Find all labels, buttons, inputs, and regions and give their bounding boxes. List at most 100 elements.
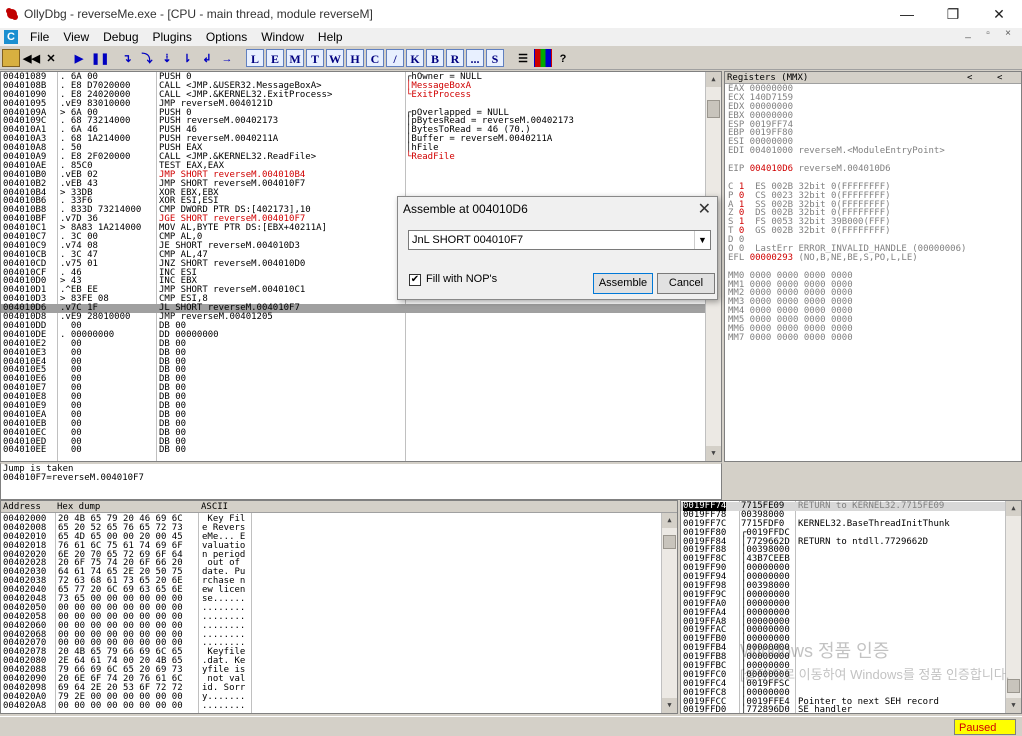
menu-window[interactable]: Window [255, 30, 312, 44]
toolbar-source-button[interactable]: S [486, 48, 504, 67]
toolbar-log-button[interactable]: L [246, 48, 264, 67]
assemble-instruction-value[interactable]: JnL SHORT 004010F7 [412, 234, 523, 246]
menu-options[interactable]: Options [200, 30, 255, 44]
disassembly-row[interactable]: 004010A3. 68 1A214000 PUSH reverseM.00402… [1, 135, 707, 144]
stack-row[interactable]: 0019FF94 │00000000 [681, 573, 1005, 582]
go-to-icon[interactable]: → [218, 49, 236, 67]
register-line[interactable]: EFL 00000293 (NO,B,NE,BE,S,PO,L,LE) [728, 253, 1021, 263]
disassembly-row[interactable]: 004010B2 .vEB 43 JMP SHORT reverseM.004010… [1, 179, 707, 189]
dump-col-ascii[interactable]: ASCII [201, 501, 228, 513]
toolbar-patches-button[interactable]: / [386, 48, 404, 67]
minimize-button[interactable]: — [884, 0, 930, 28]
menu-file[interactable]: File [24, 30, 57, 44]
stack-pane[interactable]: 0019FF74 7715FE09 RETURN to KERNEL32.7715F… [680, 500, 1022, 714]
menu-help[interactable]: Help [312, 30, 351, 44]
mdi-close-button[interactable]: × [998, 28, 1018, 46]
toolbar-windows-button[interactable]: W [326, 48, 344, 67]
register-line[interactable]: EDI 00401000 reverseM.<ModuleEntryPoint> [728, 147, 1021, 156]
toolbar-references-button[interactable]: R [446, 48, 464, 67]
stack-row[interactable]: 0019FF74 7715FE09 RETURN to KERNEL32.7715F… [681, 502, 1005, 511]
disassembly-row[interactable]: 004010AE. 85C0 TEST EAX,EAX [1, 161, 707, 171]
disassembly-row[interactable]: 004010ED 00 DB 00 [1, 437, 707, 447]
scroll-thumb[interactable] [707, 100, 720, 118]
stack-row[interactable]: 0019FFAC │00000000 [681, 626, 1005, 635]
dump-row[interactable]: 004020A8 00 00 00 00 00 00 00 00........ [1, 701, 661, 711]
stack-row[interactable]: 0019FFA4 │00000000 [681, 608, 1005, 618]
stack-row[interactable]: 0019FFC4 │0019FFSC [681, 679, 1005, 689]
stack-row[interactable]: 0019FF84 │7729662D RETURN to ntdll.7729662… [681, 537, 1005, 547]
disassembly-row[interactable]: 004010E9 00 DB 00 [1, 402, 707, 411]
close-button[interactable]: ✕ [976, 0, 1022, 28]
step-into-icon[interactable]: ↴ [118, 49, 136, 67]
trace-into-icon[interactable]: ⇣ [158, 49, 176, 67]
help-icon[interactable]: ? [554, 49, 572, 67]
cpu-window-icon[interactable]: C [4, 30, 18, 44]
fill-nops-checkbox[interactable]: ✔ [409, 274, 421, 286]
stack-scroll-down-icon[interactable]: ▼ [1006, 698, 1021, 713]
close-icon[interactable]: ✕ [42, 49, 60, 67]
disassembly-row[interactable]: 004010E6 00 DB 00 [1, 375, 707, 384]
chevron-down-icon[interactable]: ▼ [694, 231, 710, 249]
stack-row[interactable]: 0019FFB8 │00000000 [681, 653, 1005, 662]
disassembly-row[interactable]: 004010A9. E8 2F020000 CALL <JMP.&KERNEL32… [1, 153, 707, 162]
cancel-button[interactable]: Cancel [657, 273, 715, 294]
disassembly-row[interactable]: 004010E7 00 DB 00 [1, 384, 707, 393]
registers-pane[interactable]: Registers (MMX) < < EAX 00000000 ECX 140D… [724, 71, 1022, 462]
execute-till-return-icon[interactable]: ↲ [198, 49, 216, 67]
stack-row[interactable]: 0019FFB0 │00000000 [681, 635, 1005, 644]
dump-scroll-thumb[interactable] [663, 535, 676, 549]
stack-row[interactable]: 0019FF9C │00000000 [681, 590, 1005, 600]
dump-scrollbar[interactable]: ▲ ▼ [661, 513, 677, 713]
pause-icon[interactable]: ❚❚ [90, 49, 109, 67]
disassembly-row[interactable]: 004010EB 00 DB 00 [1, 419, 707, 429]
run-icon[interactable]: ▶ [70, 49, 88, 67]
disassembly-row[interactable]: 00401095 .vE9 83010000 JMP reverseM.004012… [1, 99, 707, 109]
register-line[interactable]: MM7 0000 0000 0000 0000 [728, 333, 1021, 343]
stack-row[interactable]: 0019FFB4 │00000000 [681, 644, 1005, 653]
disassembly-row[interactable]: 004010EA 00 DB 00 [1, 410, 707, 420]
stack-row[interactable]: 0019FF98 │00398000 [681, 582, 1005, 591]
disassembly-row[interactable]: 004010DE. 00000000 DD 00000000 [1, 330, 707, 340]
stack-row[interactable]: 0019FFD0 │772896D0 SE handler [681, 706, 1005, 713]
trace-over-icon[interactable]: ⇂ [178, 49, 196, 67]
disassembly-row[interactable]: 004010B0 .vEB 02 JMP SHORT reverseM.004010… [1, 170, 707, 180]
step-over-icon[interactable]: ⤵ [138, 49, 156, 67]
dump-col-address[interactable]: Address [3, 501, 41, 513]
open-icon[interactable] [2, 48, 20, 67]
disassembly-row[interactable]: 004010EE 00 DB 00 [1, 446, 707, 455]
toolbar-runtrace-button[interactable]: ... [466, 48, 484, 67]
stack-row[interactable]: 0019FF88 │00398000 [681, 546, 1005, 555]
grid-icon[interactable] [534, 48, 552, 67]
register-line[interactable]: EIP 004010D6 reverseM.004010D6 [728, 165, 1021, 174]
disassembly-row[interactable]: 004010EC 00 DB 00 [1, 428, 707, 438]
dump-col-hex[interactable]: Hex dump [57, 501, 100, 513]
disassembly-row[interactable]: 004010E2 00 DB 00 [1, 339, 707, 349]
menu-debug[interactable]: Debug [97, 30, 146, 44]
stack-row[interactable]: 0019FFC0 │00000000 [681, 670, 1005, 680]
registers-next-icon[interactable]: < [997, 72, 1002, 84]
toolbar-breakpoints-button[interactable]: B [426, 48, 444, 67]
stack-row[interactable]: 0019FFBC │00000000 [681, 662, 1005, 671]
toolbar-callstack-button[interactable]: K [406, 48, 424, 67]
restore-button[interactable]: ❐ [930, 0, 976, 28]
mdi-minimize-button[interactable]: _ [958, 28, 978, 46]
stack-scroll-up-icon[interactable]: ▲ [1006, 501, 1021, 516]
disassembly-row[interactable]: 004010E4 00 DB 00 [1, 357, 707, 367]
toolbar-threads-button[interactable]: T [306, 48, 324, 67]
disassembly-row[interactable]: 004010D8 .vE9 28010000 JMP reverseM.004012… [1, 313, 707, 322]
dump-scroll-down-icon[interactable]: ▼ [662, 698, 677, 713]
fill-nops-label[interactable]: Fill with NOP's [426, 273, 497, 285]
disassembly-row[interactable]: 004010E3 00 DB 00 [1, 348, 707, 358]
register-line[interactable]: T 0 GS 002B 32bit 0(FFFFFFFF) [728, 227, 1021, 236]
disassembly-row[interactable]: 004010E8 00 DB 00 [1, 393, 707, 402]
toolbar-memory-button[interactable]: M [286, 48, 304, 67]
scroll-up-arrow-icon[interactable]: ▲ [706, 72, 721, 87]
stack-row[interactable]: 0019FFA8 │00000000 [681, 617, 1005, 627]
menu-plugins[interactable]: Plugins [147, 30, 200, 44]
toolbar-modules-button[interactable]: E [266, 48, 284, 67]
stack-row[interactable]: 0019FF90 │00000000 [681, 564, 1005, 573]
rewind-icon[interactable]: ◀◀ [22, 49, 40, 67]
stack-scrollbar[interactable]: ▲ ▼ [1005, 501, 1021, 713]
toolbar-handles-button[interactable]: H [346, 48, 364, 67]
mdi-restore-button[interactable]: ▫ [978, 28, 998, 46]
